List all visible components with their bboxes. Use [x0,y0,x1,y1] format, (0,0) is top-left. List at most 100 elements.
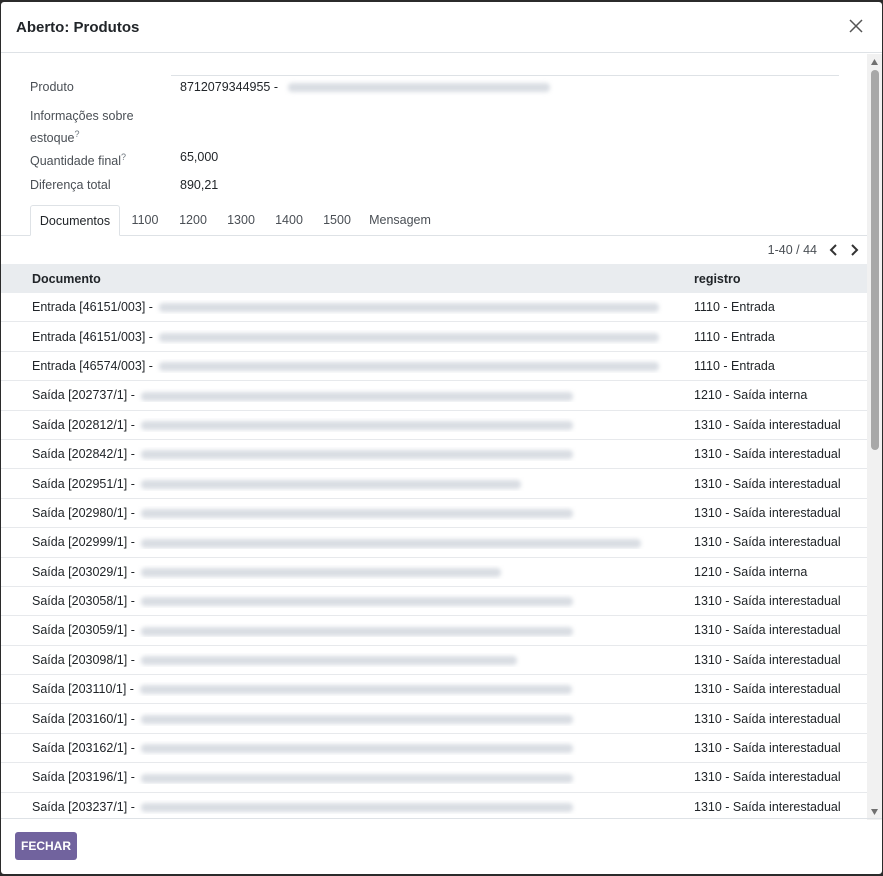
redacted-text [140,391,573,401]
cell-registro: 1310 - Saída interestadual [694,594,841,609]
document-ref: Entrada [46151/003] - [32,329,153,344]
cell-registro: 1110 - Entrada [694,329,775,344]
cell-registro: 1310 - Saída interestadual [694,741,841,756]
tab-1300[interactable]: 1300 [223,205,259,236]
chevron-left-icon[interactable] [825,241,843,259]
redacted-text [139,685,572,695]
document-ref: Saída [203196/1] - [32,770,135,785]
table-row[interactable]: Entrada [46151/003] - 1110 - Entrada [1,322,867,352]
table-row[interactable]: Saída [202951/1] - 1310 - Saída interesta… [1,469,867,499]
redacted-text [287,83,550,93]
scroll-down-icon[interactable] [870,808,879,816]
scrollbar[interactable] [867,54,882,820]
tab-1500[interactable]: 1500 [319,205,355,236]
redacted-text [140,538,641,548]
dialog-footer: FECHAR [1,818,882,874]
pager-value[interactable]: 1-40 / 44 [768,243,817,257]
redacted-text [140,450,573,460]
cell-registro: 1310 - Saída interestadual [694,682,841,697]
cell-documento: Saída [203058/1] - [1,594,663,608]
table-body: Entrada [46151/003] - 1110 - Entrada Entra… [1,293,867,818]
field-value: 890,21 [180,178,219,192]
cell-registro: 1310 - Saída interestadual [694,711,841,726]
close-button[interactable]: FECHAR [15,832,77,860]
redacted-text [140,744,573,754]
tab-1200[interactable]: 1200 [175,205,211,236]
table-row[interactable]: Saída [203237/1] - 1310 - Saída interesta… [1,793,867,818]
table-row[interactable]: Saída [202812/1] - 1310 - Saída interesta… [1,411,867,440]
table-header: Documento registro [1,264,867,293]
cell-documento: Saída [202842/1] - [1,447,663,461]
cell-registro: 1310 - Saída interestadual [694,476,841,491]
close-icon[interactable] [846,16,868,38]
table-row[interactable]: Saída [203098/1] - 1310 - Saída interesta… [1,646,867,676]
tab-documentos[interactable]: Documentos [30,205,120,236]
field-value: 65,000 [180,150,219,164]
scrollbar-thumb[interactable] [871,70,879,450]
tab-mensagem[interactable]: Mensagem [367,205,433,236]
table-row[interactable]: Saída [203162/1] - 1310 - Saída interesta… [1,734,867,764]
field-label: Quantidade final? [30,148,180,170]
dialog-body: Produto 8712079344955 - Informações sobr… [1,54,867,818]
table-row[interactable]: Saída [203196/1] - 1310 - Saída interesta… [1,763,867,793]
redacted-text [140,509,573,519]
pager: 1-40 / 44 [768,240,863,260]
field-label-line: Informações sobre [30,109,134,123]
document-ref: Saída [202737/1] - [32,388,135,403]
cell-registro: 1310 - Saída interestadual [694,770,841,785]
cell-documento: Entrada [46574/003] - [1,359,663,373]
redacted-text [140,420,573,430]
table-row[interactable]: Saída [203058/1] - 1310 - Saída interesta… [1,587,867,617]
cell-documento: Saída [203029/1] - [1,565,663,579]
table-row[interactable]: Saída [203029/1] - 1210 - Saída interna [1,558,867,587]
redacted-text [140,567,501,577]
cell-registro: 1310 - Saída interestadual [694,623,841,638]
help-icon[interactable]: ? [121,152,126,162]
field-label: Produto [30,80,74,94]
cell-registro: 1310 - Saída interestadual [694,417,841,432]
help-icon[interactable]: ? [74,129,79,139]
redacted-text [158,303,659,313]
table-row[interactable]: Saída [202999/1] - 1310 - Saída interesta… [1,528,867,558]
table-row[interactable]: Entrada [46574/003] - 1110 - Entrada [1,352,867,382]
document-ref: Saída [202999/1] - [32,535,135,550]
document-ref: Entrada [46574/003] - [32,358,153,373]
field-label-text: Quantidade final [30,154,122,169]
table-row[interactable]: Saída [202980/1] - 1310 - Saída interesta… [1,499,867,529]
column-header-registro[interactable]: registro [663,272,741,286]
redacted-text [140,803,573,813]
chevron-right-icon[interactable] [845,241,863,259]
table-row[interactable]: Saída [202842/1] - 1310 - Saída interesta… [1,440,867,470]
tab-1100[interactable]: 1100 [127,205,163,236]
cell-registro: 1310 - Saída interestadual [694,447,841,462]
cell-registro: 1310 - Saída interestadual [694,535,841,550]
column-header-documento[interactable]: Documento [1,272,663,286]
cell-documento: Saída [202980/1] - [1,506,663,520]
redacted-text [140,597,573,607]
document-ref: Saída [202812/1] - [32,417,135,432]
cell-documento: Saída [203059/1] - [1,623,663,637]
document-ref: Saída [203162/1] - [32,741,135,756]
documents-table: Documento registro Entrada [46151/003] -… [1,264,867,818]
divider [171,75,839,76]
cell-documento: Saída [203160/1] - [1,712,663,726]
cell-registro: 1110 - Entrada [694,300,775,315]
redacted-text [140,773,573,783]
table-row[interactable]: Saída [202737/1] - 1210 - Saída interna [1,381,867,411]
document-ref: Saída [202842/1] - [32,447,135,462]
cell-documento: Saída [202999/1] - [1,535,663,549]
cell-documento: Saída [203162/1] - [1,741,663,755]
product-code: 8712079344955 - [180,80,279,94]
field-value[interactable]: 8712079344955 - [180,78,550,96]
table-row[interactable]: Entrada [46151/003] - 1110 - Entrada [1,293,867,323]
field-label-line: estoque [30,131,75,146]
field-produto: Produto 8712079344955 - [30,78,550,96]
scroll-up-icon[interactable] [870,58,879,66]
table-row[interactable]: Saída [203110/1] - 1310 - Saída interesta… [1,675,867,705]
tab-1400[interactable]: 1400 [271,205,307,236]
table-row[interactable]: Saída [203160/1] - 1310 - Saída interesta… [1,704,867,734]
dialog-title: Aberto: Produtos [16,18,140,36]
table-row[interactable]: Saída [203059/1] - 1310 - Saída interesta… [1,616,867,646]
cell-documento: Saída [203196/1] - [1,770,663,784]
document-ref: Saída [203160/1] - [32,711,135,726]
